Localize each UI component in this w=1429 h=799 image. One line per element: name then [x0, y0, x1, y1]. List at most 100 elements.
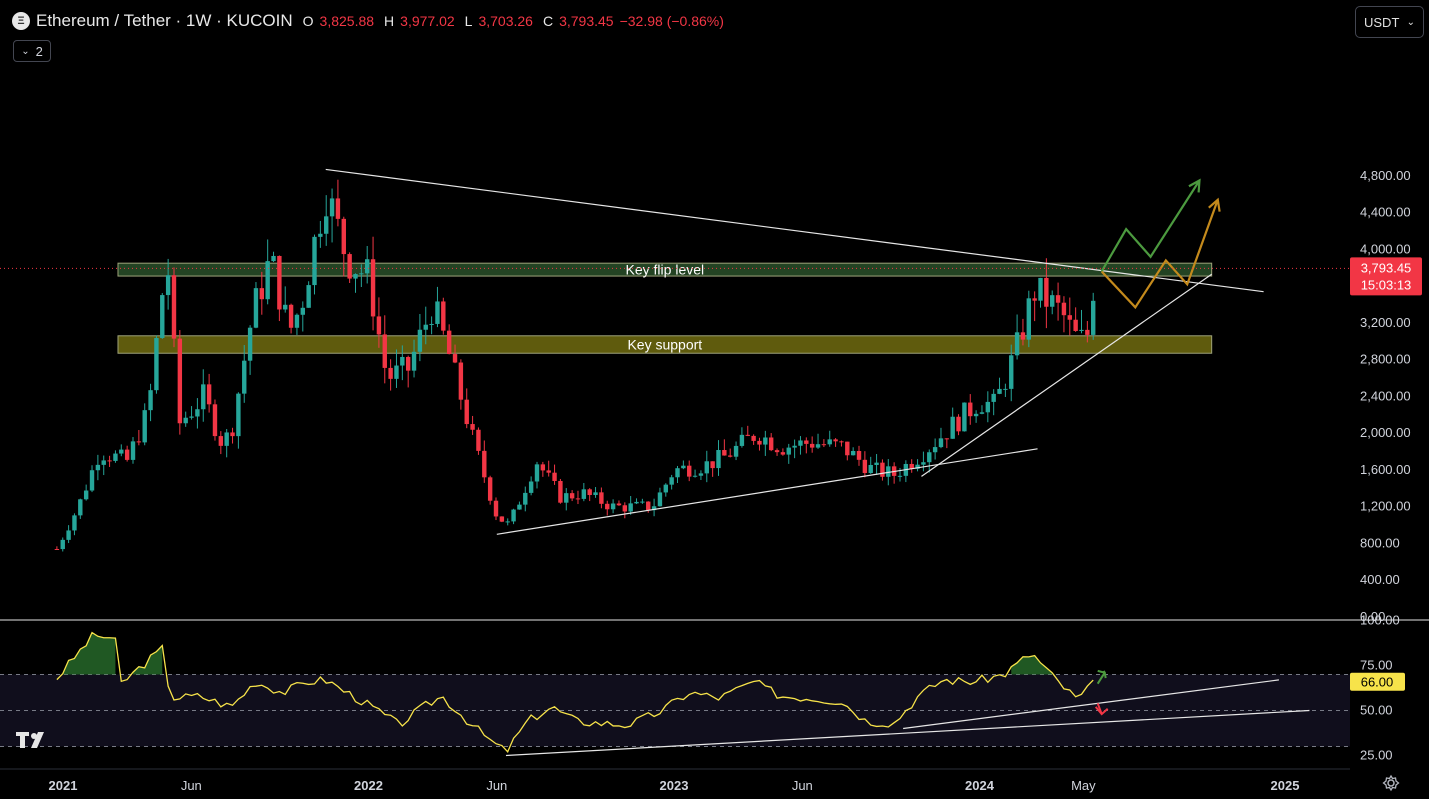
- price-axis-label: 1,200.00: [1360, 499, 1411, 514]
- zone-label: Key flip level: [626, 262, 705, 278]
- candle-body: [417, 329, 423, 352]
- candle-body: [195, 409, 200, 417]
- rsi-axis-label: 100.00: [1360, 613, 1400, 628]
- countdown-value: 15:03:13: [1361, 277, 1412, 292]
- candle-body: [880, 462, 885, 477]
- candle-body: [739, 434, 745, 446]
- candle-body: [499, 516, 505, 522]
- candle-body: [160, 295, 165, 339]
- candle-body: [540, 464, 546, 471]
- candle-body: [558, 480, 563, 503]
- time-axis-label: Jun: [792, 778, 813, 793]
- price-axis-label: 2,000.00: [1360, 425, 1411, 440]
- candle-body: [950, 416, 955, 439]
- low-label: L: [464, 13, 473, 29]
- candle-body: [165, 275, 171, 296]
- candle-body: [528, 481, 534, 493]
- candle-body: [692, 475, 698, 477]
- candle-body: [306, 285, 311, 308]
- candle-body: [405, 356, 411, 371]
- high-label: H: [384, 13, 395, 29]
- candle-body: [446, 330, 452, 355]
- candle-body: [698, 473, 704, 476]
- price-axis-label: 4,800.00: [1360, 168, 1411, 183]
- candle-body: [382, 334, 387, 368]
- candle-body: [376, 316, 382, 335]
- time-axis-label: 2021: [49, 778, 78, 793]
- candle-body: [283, 304, 288, 310]
- time-axis-label: Jun: [181, 778, 202, 793]
- change-value: −32.98 (−0.86%): [619, 13, 724, 29]
- low-value: 3,703.26: [478, 13, 533, 29]
- candle-body: [757, 440, 762, 445]
- candle-body: [979, 412, 985, 414]
- candle-body: [1014, 332, 1020, 356]
- price-chart[interactable]: 4,800.004,400.004,000.003,600.003,200.00…: [0, 0, 1429, 799]
- candle-body: [804, 440, 809, 444]
- projection-path: [1100, 199, 1219, 310]
- time-axis-label: 2022: [354, 778, 383, 793]
- candle-body: [324, 216, 329, 234]
- candle-body: [247, 327, 253, 361]
- candle-body: [874, 462, 879, 465]
- candle-body: [60, 539, 65, 550]
- currency-value: USDT: [1364, 14, 1400, 30]
- candle-body: [206, 384, 212, 405]
- candle-body: [862, 459, 868, 474]
- chevron-down-icon: ⌄: [1406, 16, 1415, 28]
- candle-body: [271, 255, 276, 262]
- candle-body: [294, 314, 300, 328]
- candle-body: [728, 455, 733, 457]
- candle-body: [710, 461, 715, 469]
- candle-body: [130, 441, 136, 460]
- candle-body: [236, 393, 241, 437]
- zone-label: Key support: [627, 337, 702, 353]
- candle-body: [341, 218, 346, 255]
- candle-body: [505, 521, 510, 523]
- rsi-axis-label: 75.00: [1360, 658, 1393, 673]
- candle-body: [464, 399, 469, 425]
- candle-body: [856, 450, 862, 460]
- candle-body: [733, 445, 739, 457]
- rsi-value: 66.00: [1361, 675, 1394, 690]
- candle-body: [1038, 277, 1043, 301]
- price-axis-label: 2,800.00: [1360, 352, 1411, 367]
- candle-body: [482, 450, 487, 478]
- rsi-overbought-fill: [1011, 655, 1053, 675]
- candle-body: [581, 489, 587, 499]
- close-value: 3,793.45: [559, 13, 614, 29]
- settings-icon[interactable]: [1382, 774, 1400, 792]
- candle-body: [83, 490, 89, 500]
- indicator-toggle-button[interactable]: ⌄ 2: [13, 40, 51, 62]
- candle-body: [89, 470, 95, 491]
- currency-select[interactable]: USDT ⌄: [1355, 6, 1424, 38]
- candle-body: [177, 338, 183, 424]
- candle-body: [809, 443, 815, 448]
- candle-body: [815, 444, 821, 448]
- trendline: [921, 273, 1213, 477]
- candle-body: [1061, 302, 1067, 316]
- candle-body: [288, 304, 294, 328]
- candle-body: [897, 475, 903, 477]
- symbol-title[interactable]: Ethereum / Tether · 1W · KUCOIN: [36, 11, 293, 31]
- candle-body: [927, 452, 932, 463]
- price-axis-label: 800.00: [1360, 535, 1400, 550]
- price-axis-label: 4,400.00: [1360, 205, 1411, 220]
- candle-body: [470, 424, 475, 430]
- candle-body: [101, 460, 106, 465]
- candle-body: [171, 275, 177, 339]
- time-axis-label: Jun: [486, 778, 507, 793]
- candle-body: [657, 492, 663, 507]
- candle-body: [230, 432, 235, 437]
- candle-body: [675, 468, 680, 478]
- candle-body: [973, 413, 979, 417]
- candle-body: [487, 477, 493, 501]
- candle-body: [136, 441, 142, 443]
- rsi-axis-label: 25.00: [1360, 748, 1393, 763]
- ethereum-logo-icon: Ξ: [12, 12, 30, 30]
- candle-body: [798, 440, 803, 446]
- candle-body: [1020, 332, 1026, 340]
- candle-body: [768, 437, 774, 451]
- candle-body: [265, 261, 270, 300]
- candle-body: [681, 465, 686, 469]
